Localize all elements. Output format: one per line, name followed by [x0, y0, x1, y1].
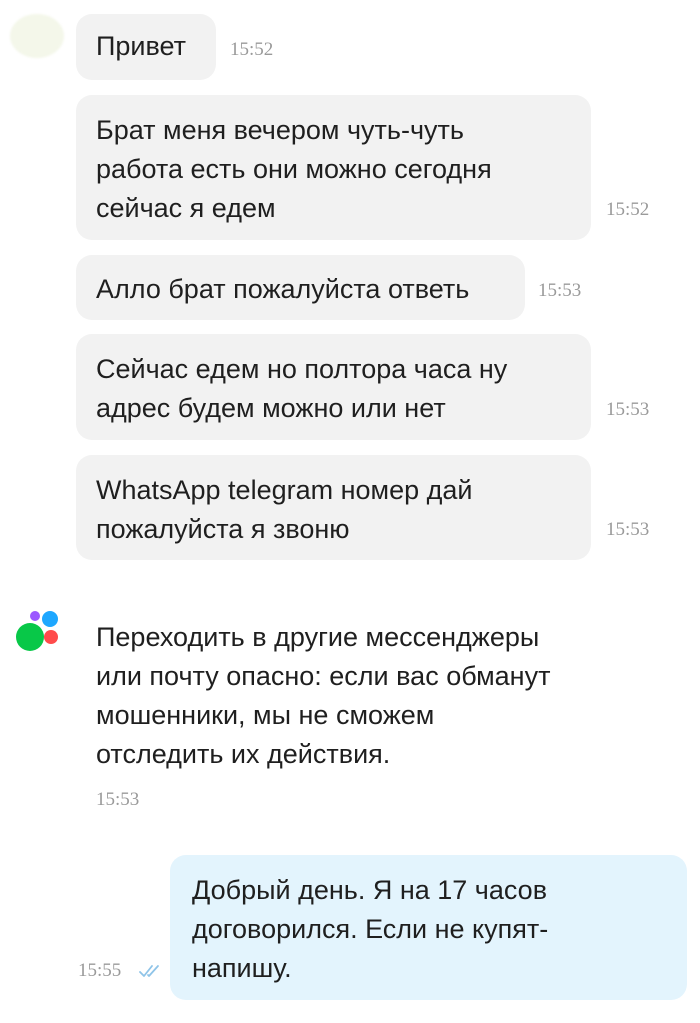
system-notice-text: Переходить в другие мессенджеры или почт…: [96, 622, 551, 769]
message-text: Сейчас едем но полтора часа ну адрес буд…: [96, 354, 508, 423]
outgoing-message-text: Добрый день. Я на 17 часов договорился. …: [192, 875, 549, 983]
system-notice-time: 15:53: [96, 789, 140, 810]
logo-purple-dot: [30, 611, 40, 621]
message-time: 15:52: [230, 39, 274, 60]
service-logo-icon: [16, 611, 60, 655]
sender-avatar[interactable]: [10, 14, 64, 58]
message-time: 15:53: [606, 399, 650, 420]
message-text: Брат меня вечером чуть-чуть работа есть …: [96, 115, 492, 223]
logo-blue-dot: [42, 611, 58, 627]
message-text: Привет: [96, 31, 187, 61]
message-time: 15:53: [606, 519, 650, 540]
outgoing-message-time: 15:55: [78, 960, 122, 981]
logo-green-dot: [16, 623, 44, 651]
message-time: 15:53: [538, 280, 582, 301]
double-check-icon: [139, 965, 159, 977]
message-text: WhatsApp telegram номер дай пожалуйста я…: [96, 475, 473, 544]
logo-red-dot: [44, 630, 58, 644]
message-time: 15:52: [606, 199, 650, 220]
message-text: Алло брат пожалуйста ответь: [96, 274, 470, 304]
